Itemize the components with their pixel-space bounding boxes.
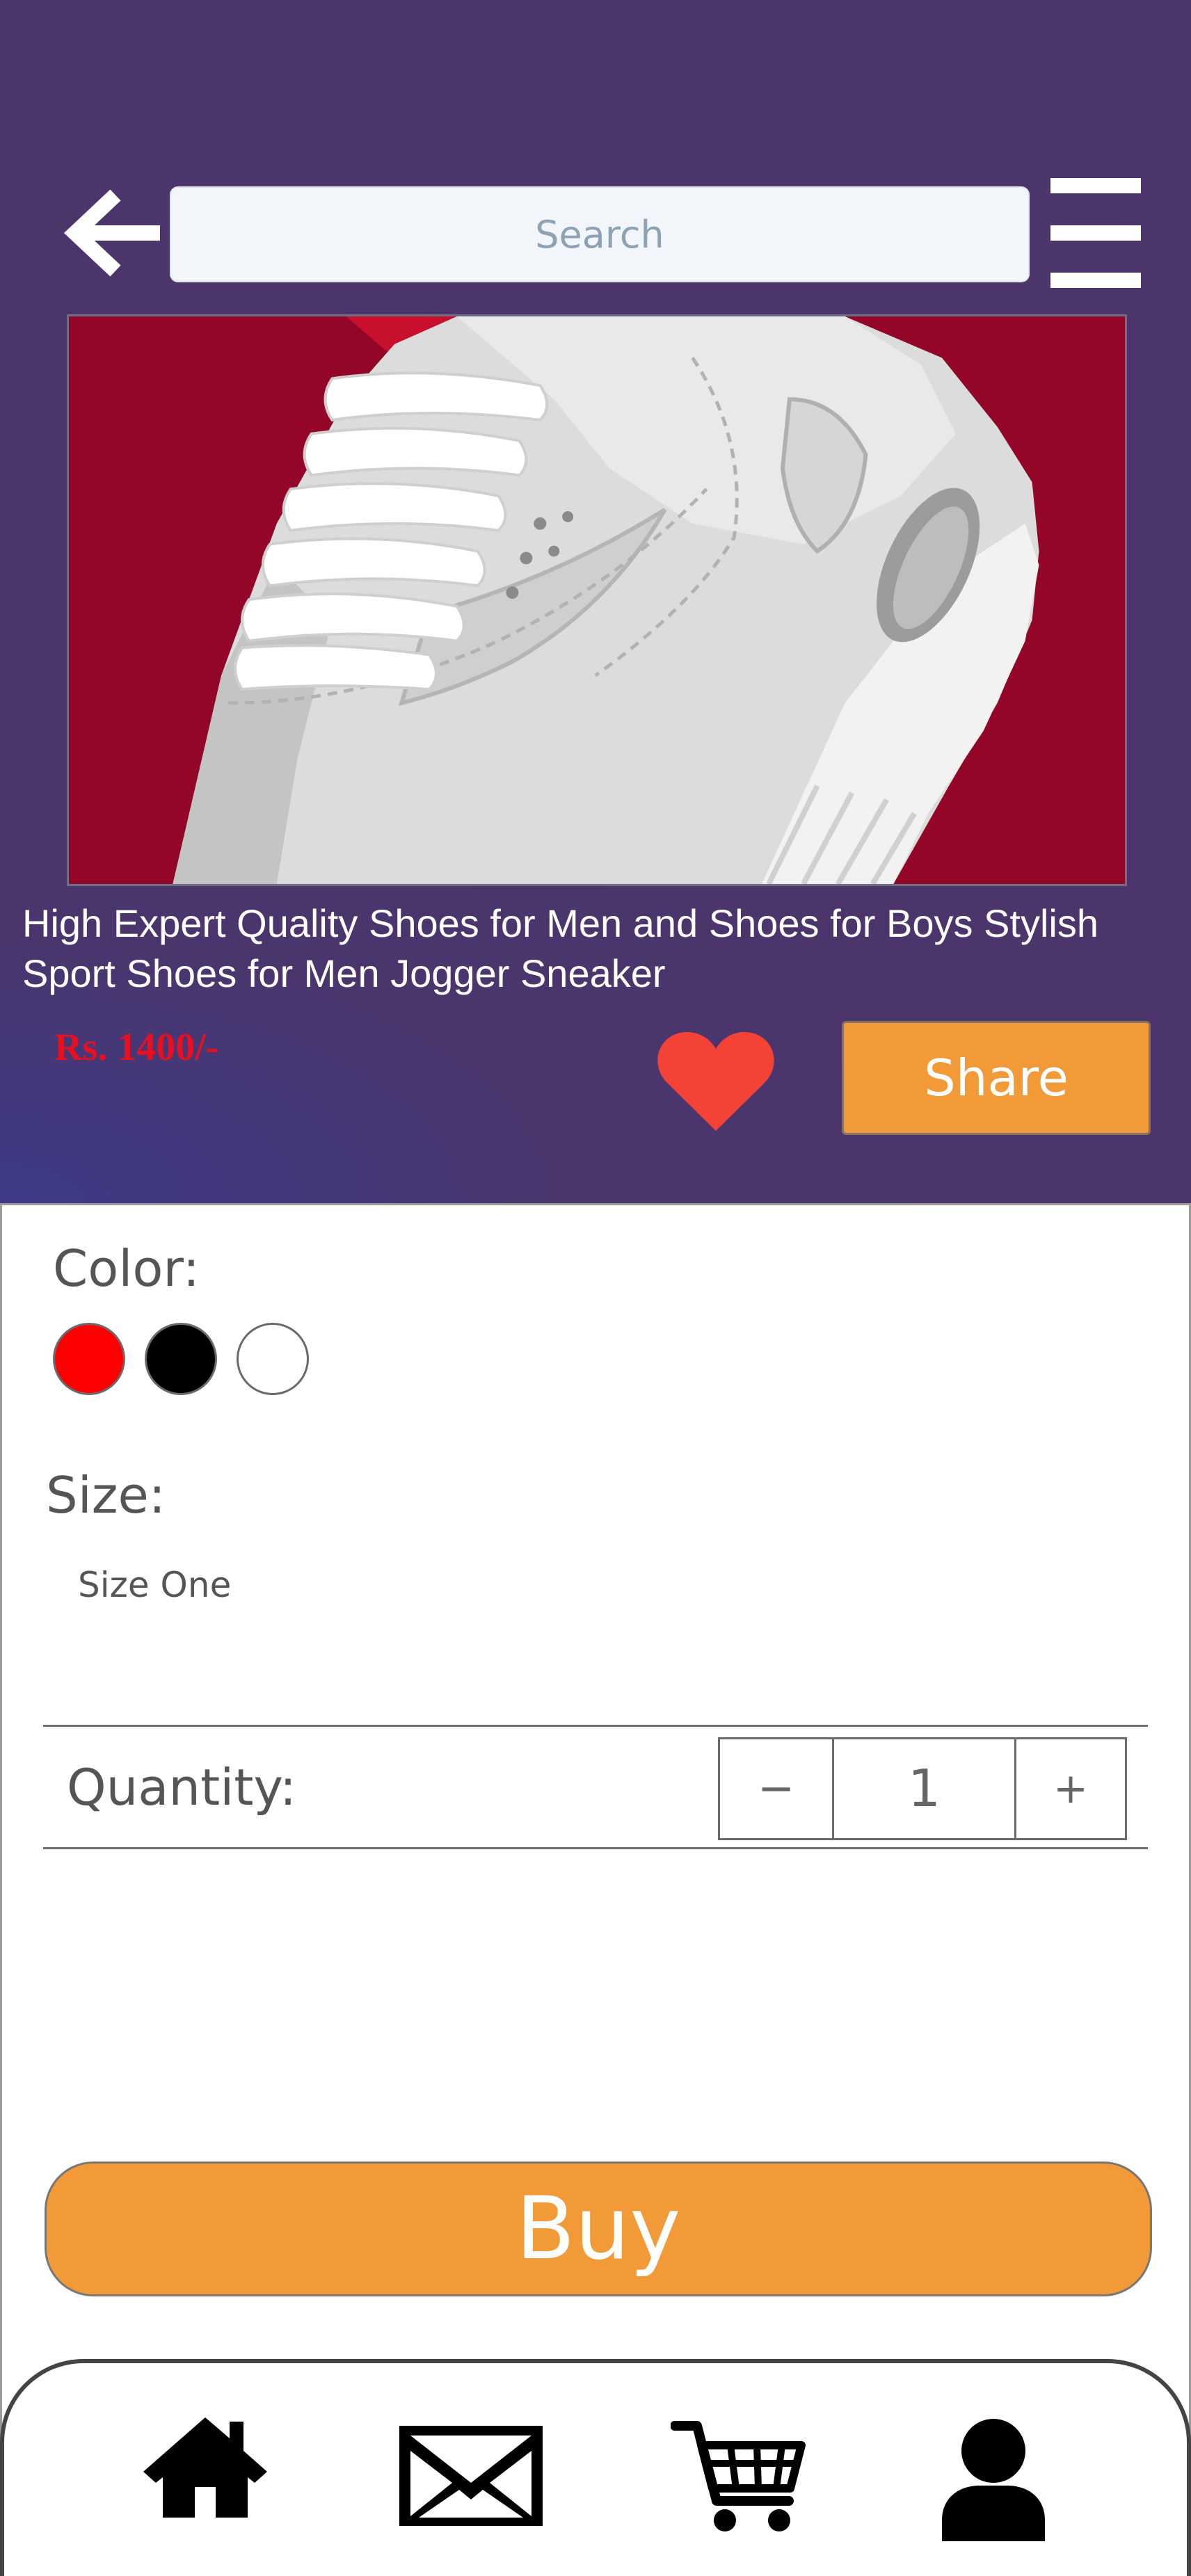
back-button[interactable] bbox=[63, 188, 162, 278]
quantity-stepper: − 1 + bbox=[718, 1737, 1127, 1840]
size-label: Size: bbox=[46, 1466, 166, 1524]
arrow-left-icon bbox=[63, 189, 162, 277]
menu-icon-bar bbox=[1050, 225, 1141, 241]
cart-icon bbox=[671, 2421, 806, 2531]
product-price: Rs. 1400/- bbox=[54, 1026, 219, 1069]
search-bar[interactable] bbox=[170, 186, 1030, 282]
color-label: Color: bbox=[53, 1239, 200, 1298]
menu-icon-bar bbox=[1050, 178, 1141, 193]
size-option[interactable]: Size One bbox=[78, 1565, 231, 1605]
nav-home[interactable] bbox=[139, 2413, 271, 2522]
favorite-button[interactable] bbox=[657, 1028, 775, 1132]
nav-cart[interactable] bbox=[671, 2419, 807, 2536]
color-swatch-white[interactable] bbox=[237, 1323, 309, 1395]
mail-icon bbox=[399, 2426, 543, 2526]
buy-button[interactable]: Buy bbox=[45, 2162, 1152, 2296]
menu-button[interactable] bbox=[1050, 178, 1141, 289]
menu-icon-bar bbox=[1050, 273, 1141, 288]
nav-messages[interactable] bbox=[397, 2423, 545, 2529]
color-swatch-black[interactable] bbox=[145, 1323, 217, 1395]
product-header: High Expert Quality Shoes for Men and Sh… bbox=[0, 0, 1191, 1203]
color-swatch-red[interactable] bbox=[53, 1323, 125, 1395]
profile-icon bbox=[942, 2419, 1045, 2541]
divider bbox=[43, 1725, 1148, 1727]
quantity-value: 1 bbox=[834, 1739, 1016, 1838]
nav-profile[interactable] bbox=[939, 2416, 1048, 2541]
sneaker-illustration bbox=[69, 316, 1125, 884]
home-icon bbox=[143, 2417, 267, 2518]
search-input[interactable] bbox=[171, 188, 1028, 281]
quantity-decrease-button[interactable]: − bbox=[720, 1739, 834, 1838]
product-image bbox=[67, 314, 1127, 886]
divider bbox=[43, 1847, 1148, 1849]
quantity-label: Quantity: bbox=[67, 1758, 297, 1817]
heart-icon bbox=[657, 1032, 774, 1131]
quantity-increase-button[interactable]: + bbox=[1016, 1739, 1125, 1838]
bottom-navigation bbox=[0, 2359, 1191, 2576]
share-button[interactable]: Share bbox=[842, 1021, 1151, 1135]
product-title: High Expert Quality Shoes for Men and Sh… bbox=[22, 901, 1098, 995]
